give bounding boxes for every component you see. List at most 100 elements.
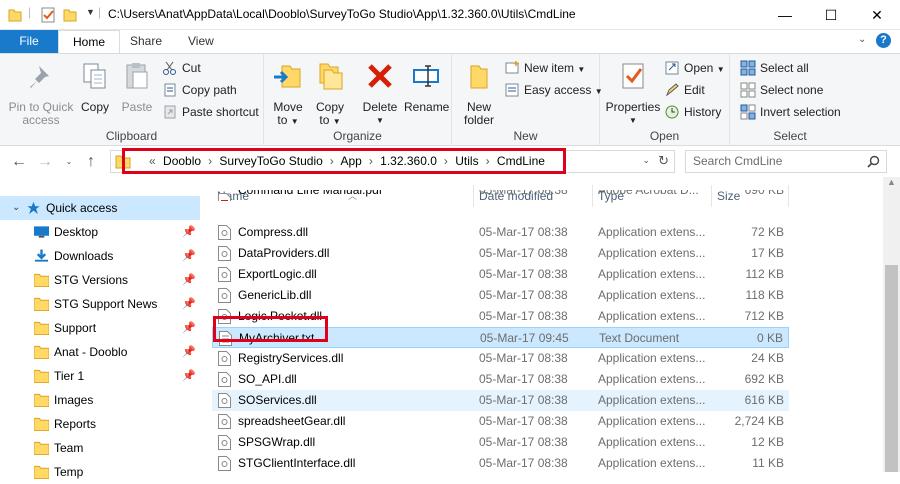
refresh-icon[interactable]: ↻ [658,153,669,169]
nav-item[interactable]: Anat - Dooblo 📌 [0,340,200,364]
breadcrumb-overflow[interactable]: « [149,154,156,168]
breadcrumb-item[interactable]: App [340,154,361,168]
address-bar[interactable]: « Dooblo › SurveyToGo Studio › App › 1.32.3… [110,150,675,173]
back-button[interactable]: ← [8,151,30,173]
forward-button[interactable]: → [34,151,56,173]
table-row[interactable]: spreadsheetGear.dll 05-Mar-17 08:38 Applic… [212,411,789,432]
chevron-right-icon[interactable]: › [486,154,490,168]
file-date: 05-Mar-17 08:38 [479,372,568,386]
table-row[interactable]: SOServices.dll 05-Mar-17 08:38 Application… [212,390,789,411]
nav-item[interactable]: STG Support News 📌 [0,292,200,316]
table-row[interactable]: ExportLogic.dll 05-Mar-17 08:38 Applicatio… [212,264,789,285]
nav-item-quick-access[interactable]: ⌄ Quick access [0,196,200,220]
table-row[interactable]: DataProviders.dll 05-Mar-17 08:38 Applicat… [212,243,789,264]
table-row[interactable]: GenericLib.dll 05-Mar-17 08:38 Application… [212,285,789,306]
scroll-up-icon[interactable]: ▲ [887,177,896,187]
breadcrumb-item[interactable]: Dooblo [163,154,201,168]
breadcrumb-item[interactable]: CmdLine [497,154,545,168]
pin-quick-access-button[interactable]: Pin to Quick access [6,60,76,127]
pin-icon[interactable]: 📌 [182,316,196,340]
scrollbar[interactable]: ▲ [883,177,900,472]
move-to-button[interactable]: Move to ▼ [270,60,306,128]
tab-home[interactable]: Home [58,30,121,54]
chevron-right-icon[interactable]: › [330,154,334,168]
nav-item[interactable]: Temp [0,460,200,484]
table-row[interactable]: SPSGWrap.dll 05-Mar-17 08:38 Application e… [212,432,789,453]
address-dropdown-icon[interactable]: ⌄ [642,155,650,166]
nav-item[interactable]: Images [0,388,200,412]
delete-button[interactable]: Delete ▼ [360,60,400,127]
easy-access-button[interactable]: Easy access ▼ [504,80,603,100]
new-folder-button[interactable]: New folder [458,60,500,127]
nav-item[interactable]: Team [0,436,200,460]
minimize-button[interactable]: — [762,0,808,30]
pin-icon[interactable]: 📌 [182,340,196,364]
breadcrumb-item[interactable]: SurveyToGo Studio [219,154,322,168]
nav-item[interactable]: STG Versions 📌 [0,268,200,292]
tab-share[interactable]: Share [116,30,176,53]
properties-check-icon[interactable] [40,7,56,23]
pin-icon[interactable]: 📌 [182,220,196,244]
select-all-button[interactable]: Select all [740,58,809,78]
desktop-icon [34,226,49,238]
copy-to-button[interactable]: Copy to ▼ [312,60,348,128]
edit-button[interactable]: Edit [664,80,705,100]
file-date: 05-Mar-17 08:38 [479,351,568,365]
nav-item[interactable]: Support 📌 [0,316,200,340]
folder-icon[interactable] [8,7,22,23]
table-row[interactable]: Compress.dll 05-Mar-17 08:38 Application e… [212,222,789,243]
copy-button[interactable]: Copy [76,60,114,114]
copy-path-button[interactable]: Copy path [162,80,237,100]
search-input[interactable]: Search CmdLine [685,150,887,173]
tab-file[interactable]: File [0,30,58,53]
table-row[interactable]: Logic.Pocket.dll 05-Mar-17 08:38 Applicati… [212,306,789,327]
file-name: SPSGWrap.dll [238,435,316,449]
address-row: ← → ⌄ ↑ « Dooblo › SurveyToGo Studio › App… [0,147,900,177]
close-button[interactable]: ✕ [854,0,900,30]
tab-view[interactable]: View [174,30,228,53]
paste-button[interactable]: Paste [118,60,156,114]
table-row[interactable]: Command Line Manual.pdf 05-Mar-17 08:38 Ad… [212,190,789,201]
maximize-button[interactable]: ☐ [808,0,854,30]
breadcrumb-item[interactable]: Utils [455,154,478,168]
search-icon [867,155,880,168]
history-button[interactable]: History [664,102,721,122]
pin-icon[interactable]: 📌 [182,244,196,268]
scrollbar-thumb[interactable] [885,265,898,472]
nav-item[interactable]: Desktop 📌 [0,220,200,244]
select-none-button[interactable]: Select none [740,80,823,100]
open-group: Properties ▼ Open ▼ Edit History Open [600,54,730,146]
chevron-right-icon[interactable]: › [369,154,373,168]
cut-button[interactable]: Cut [162,58,201,78]
customize-quick-access-icon[interactable]: ▼ [86,7,95,17]
breadcrumb-item[interactable]: 1.32.360.0 [380,154,437,168]
dropdown-arrow-icon: ▼ [629,116,637,125]
properties-button[interactable]: Properties ▼ [604,60,662,127]
pin-icon[interactable]: 📌 [182,364,196,388]
collapse-ribbon-icon[interactable]: ⌄ [858,34,866,45]
nav-item[interactable]: Tier 1 📌 [0,364,200,388]
table-row[interactable]: MyArchiver.txt 05-Mar-17 09:45 Text Docume… [212,327,789,348]
paste-shortcut-button[interactable]: Paste shortcut [162,102,259,122]
help-icon[interactable]: ? [876,33,891,48]
open-button[interactable]: Open ▼ [664,58,725,78]
recent-locations-button[interactable]: ⌄ [58,151,80,173]
chevron-right-icon[interactable]: › [208,154,212,168]
table-row[interactable]: SO_API.dll 05-Mar-17 08:38 Application ext… [212,369,789,390]
table-row[interactable]: STGClientInterface.dll 05-Mar-17 08:38 App… [212,453,789,472]
nav-item[interactable]: Reports [0,412,200,436]
rename-button[interactable]: Rename [404,60,449,114]
pin-icon[interactable]: 📌 [182,292,196,316]
dll-file-icon [218,393,231,408]
chevron-right-icon[interactable]: › [444,154,448,168]
delete-x-icon [368,64,392,88]
invert-selection-button[interactable]: Invert selection [740,102,841,122]
up-button[interactable]: ↑ [80,151,102,173]
new-folder-icon[interactable] [63,7,77,23]
new-item-button[interactable]: New item ▼ [504,58,585,78]
nav-item[interactable]: Downloads 📌 [0,244,200,268]
chevron-down-icon[interactable]: ⌄ [12,196,20,220]
pin-icon[interactable]: 📌 [182,268,196,292]
dll-file-icon [218,414,231,429]
table-row[interactable]: RegistryServices.dll 05-Mar-17 08:38 Appli… [212,348,789,369]
